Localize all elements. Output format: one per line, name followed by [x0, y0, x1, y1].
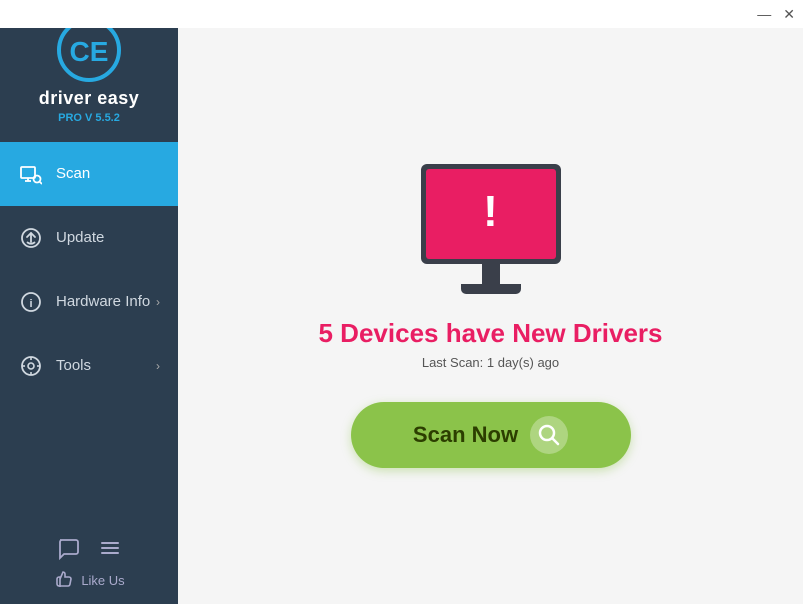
update-icon	[18, 225, 44, 251]
sidebar-bottom-icons-row	[56, 536, 122, 560]
scan-now-button[interactable]: Scan Now	[351, 402, 631, 468]
chat-icon[interactable]	[56, 536, 80, 560]
sidebar-item-update[interactable]: Update	[0, 206, 178, 270]
sidebar-item-update-label: Update	[56, 229, 160, 246]
tools-icon	[18, 353, 44, 379]
sidebar: CE driver easy PRO V 5.5.2 Scan	[0, 0, 178, 604]
tools-arrow-icon: ›	[156, 359, 160, 373]
monitor-screen: !	[426, 169, 556, 259]
sidebar-item-tools[interactable]: Tools ›	[0, 334, 178, 398]
sidebar-item-scan[interactable]: Scan	[0, 142, 178, 206]
sidebar-bottom: Like Us	[0, 536, 178, 604]
scan-now-label: Scan Now	[413, 422, 518, 448]
sidebar-item-hardware-info[interactable]: i Hardware Info ›	[0, 270, 178, 334]
nav-menu: Scan Update i Hardware Info	[0, 142, 178, 536]
scan-icon	[18, 161, 44, 187]
monitor-stand-base	[461, 284, 521, 294]
monitor-outer: !	[421, 164, 561, 264]
exclamation-icon: !	[483, 190, 498, 234]
scan-now-search-icon	[530, 416, 568, 454]
svg-text:i: i	[29, 298, 32, 310]
alert-subtitle: Last Scan: 1 day(s) ago	[422, 355, 559, 370]
sidebar-item-scan-label: Scan	[56, 165, 160, 182]
thumbs-up-icon	[53, 570, 73, 590]
alert-title: 5 Devices have New Drivers	[319, 318, 663, 349]
hardware-info-arrow-icon: ›	[156, 295, 160, 309]
app-name: driver easy	[39, 88, 140, 110]
app-version: PRO V 5.5.2	[58, 112, 120, 124]
monitor-stand-neck	[482, 264, 500, 284]
sidebar-item-tools-label: Tools	[56, 357, 156, 374]
title-bar: — ✕	[0, 0, 803, 28]
like-us-label: Like Us	[81, 573, 124, 588]
list-icon[interactable]	[98, 536, 122, 560]
sidebar-item-hardware-info-label: Hardware Info	[56, 293, 156, 310]
minimize-button[interactable]: —	[757, 7, 771, 21]
close-button[interactable]: ✕	[783, 7, 795, 21]
like-us-row[interactable]: Like Us	[53, 570, 124, 590]
monitor-illustration: !	[421, 164, 561, 294]
svg-text:CE: CE	[70, 36, 109, 67]
hardware-info-icon: i	[18, 289, 44, 315]
main-content: ! 5 Devices have New Drivers Last Scan: …	[178, 0, 803, 604]
